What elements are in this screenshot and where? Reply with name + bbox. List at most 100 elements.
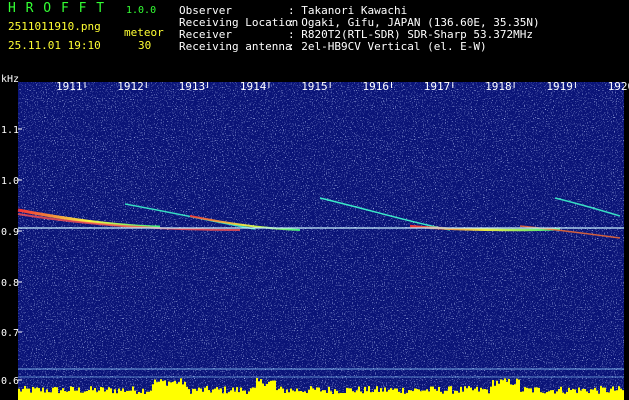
level-bar	[444, 390, 446, 400]
level-bar	[298, 391, 300, 400]
level-bar	[404, 393, 406, 400]
level-bar	[304, 391, 306, 400]
level-bar	[70, 386, 72, 400]
header-panel: H R O F F T 1.0.0 2511011910.png meteor …	[0, 0, 629, 74]
level-bar	[468, 386, 470, 400]
level-bar	[382, 391, 384, 400]
level-bar	[320, 391, 322, 400]
level-bar	[222, 393, 224, 400]
level-bar	[232, 387, 234, 400]
level-bar	[246, 393, 248, 400]
level-bar	[592, 389, 594, 400]
level-bar	[198, 387, 200, 400]
level-bar	[134, 390, 136, 400]
level-bar	[40, 391, 42, 400]
timestamp: 25.11.01 19:10	[8, 39, 101, 52]
level-bar	[438, 386, 440, 400]
y-tick-label: 0.8	[1, 278, 19, 289]
level-bar	[408, 390, 410, 400]
level-bar	[24, 386, 26, 400]
level-bar	[184, 381, 186, 400]
level-bar	[596, 390, 598, 400]
level-bar	[322, 390, 324, 400]
level-bar	[332, 393, 334, 400]
level-bar	[510, 384, 512, 400]
level-bar	[330, 391, 332, 400]
level-bar	[396, 388, 398, 400]
level-bar	[278, 388, 280, 400]
level-bar	[172, 381, 174, 400]
level-bar	[244, 390, 246, 400]
level-bar	[618, 386, 620, 400]
level-bar	[268, 381, 270, 400]
level-bar	[26, 388, 28, 400]
level-bar	[192, 388, 194, 400]
level-bar	[554, 393, 556, 400]
level-bar	[428, 391, 430, 400]
level-bar	[254, 387, 256, 400]
level-bar	[160, 379, 162, 400]
level-bar	[216, 387, 218, 400]
level-bar	[142, 388, 144, 400]
level-bar	[416, 388, 418, 400]
level-bar	[452, 393, 454, 400]
level-bar	[338, 393, 340, 400]
level-bar	[606, 392, 608, 400]
level-bar	[18, 388, 20, 400]
level-bar	[348, 388, 350, 400]
level-bar	[454, 390, 456, 400]
level-bar	[106, 389, 108, 400]
y-tick-label: 0.7	[1, 328, 19, 339]
y-axis-unit: kHz	[1, 74, 19, 85]
level-bar	[164, 380, 166, 400]
level-bar	[374, 389, 376, 400]
level-bar	[34, 388, 36, 400]
level-bar	[420, 391, 422, 400]
level-bar	[552, 390, 554, 400]
level-bar	[522, 391, 524, 400]
level-bar	[32, 386, 34, 400]
time-tick-label: 1915	[301, 80, 328, 93]
level-bar	[576, 393, 578, 400]
level-bar	[80, 392, 82, 400]
level-bar	[460, 386, 462, 400]
level-bar	[358, 386, 360, 400]
level-bar	[122, 388, 124, 400]
level-bar	[464, 386, 466, 400]
level-bar	[118, 388, 120, 400]
level-bar	[124, 391, 126, 400]
level-bar	[336, 390, 338, 400]
level-bar	[208, 390, 210, 400]
level-bar	[400, 392, 402, 400]
level-bar	[560, 386, 562, 400]
level-bar	[292, 390, 294, 400]
time-tick-label: 1914	[240, 80, 267, 93]
level-bar	[86, 390, 88, 400]
level-bar	[604, 387, 606, 400]
level-bar	[108, 387, 110, 400]
level-bar	[132, 386, 134, 400]
level-bar	[540, 392, 542, 400]
spectrogram-panel: kHz 1.1 1.0 0.9 0.8 0.7 0.6 1911 1912 1913 1914 1…	[1, 74, 629, 400]
level-bar	[610, 388, 612, 400]
level-bar	[62, 388, 64, 400]
level-bar	[158, 381, 160, 400]
level-bar	[532, 392, 534, 400]
level-bar	[392, 389, 394, 400]
level-bar	[260, 379, 262, 400]
level-bar	[22, 388, 24, 400]
level-bar	[572, 388, 574, 400]
time-tick-label: 1919	[546, 80, 573, 93]
level-bar	[354, 392, 356, 400]
level-bar	[204, 387, 206, 400]
level-bar	[78, 387, 80, 400]
y-tick-label: 0.9	[1, 227, 19, 238]
level-bar	[360, 391, 362, 400]
level-bar	[372, 392, 374, 400]
level-bar	[414, 388, 416, 400]
level-bar	[436, 390, 438, 400]
level-bar	[350, 388, 352, 400]
level-bar	[264, 385, 266, 400]
level-bar	[154, 379, 156, 400]
level-bar	[28, 388, 30, 400]
